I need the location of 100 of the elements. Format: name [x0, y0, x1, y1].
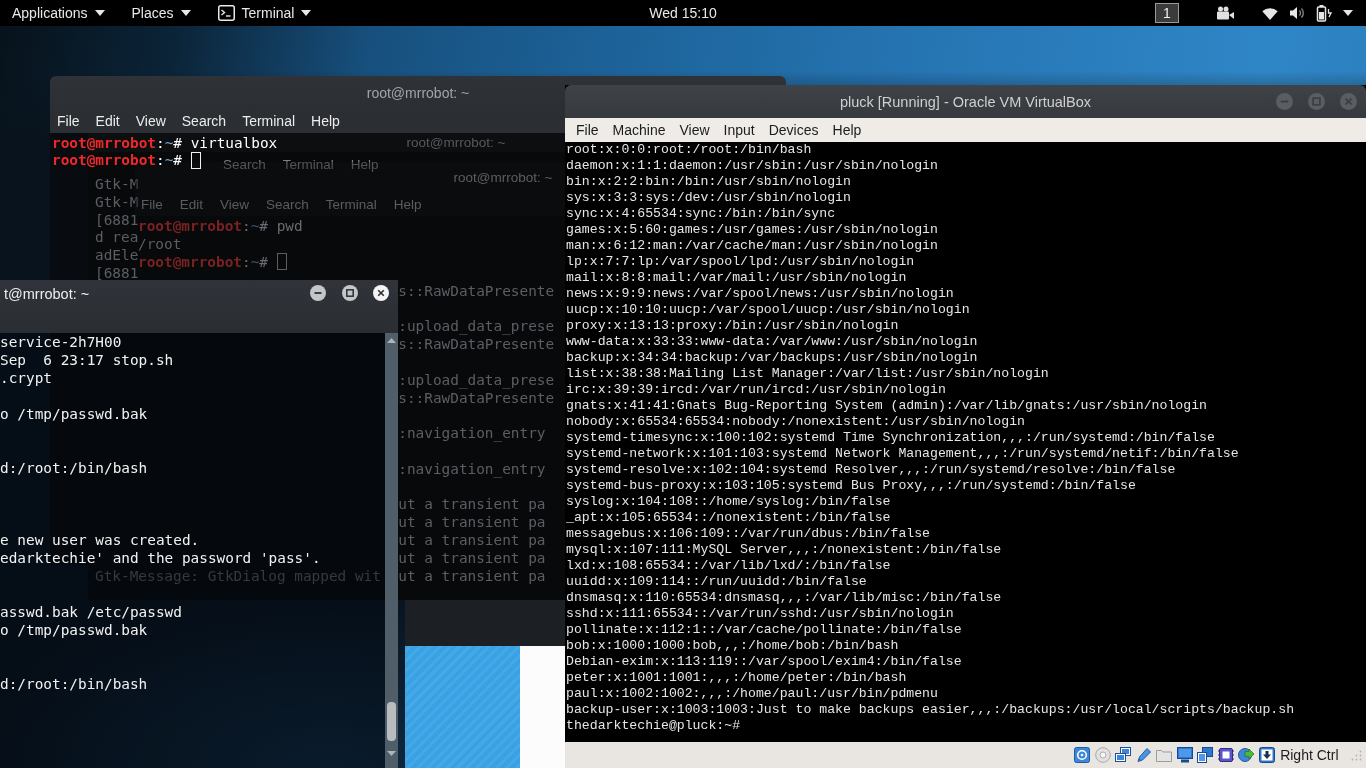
console-line: gnats:x:41:41:Gnats Bug-Reporting System (admin):/var/lib/gnats:/usr/sbin/nologin [566, 398, 1208, 414]
terminal-line: s::RawDataPresente [398, 282, 555, 301]
window-title: t@mrrobot: ~ [4, 285, 90, 303]
console-line: www-data:x:33:33:www-data:/var/www:/usr/sbin/nologin [566, 334, 978, 350]
terminal-line: .crypt [0, 369, 52, 387]
terminal-line: d:/root:/bin/bash [0, 459, 148, 477]
system-menu[interactable] [1262, 4, 1353, 22]
console-line: systemd-bus-proxy:x:103:105:systemd Bus Proxy,,,:/run/systemd:/bin/false [566, 478, 1136, 494]
console-line: sync:x:4:65534:sync:/bin:/bin/sync [566, 206, 836, 222]
console-line: _apt:x:105:65534::/nonexistent:/bin/false [566, 510, 891, 526]
maximize-icon [1308, 93, 1325, 110]
console-line: list:x:38:38:Mailing List Manager:/var/list:/usr/sbin/nologin [566, 366, 1049, 382]
menu-item[interactable]: View [135, 113, 166, 129]
console-line: games:x:5:60:games:/usr/games:/usr/sbin/nologin [566, 222, 938, 238]
terminal-line: ut a transient pa [398, 567, 546, 586]
maximize-button[interactable] [341, 285, 358, 301]
console-line: syslog:x:104:108::/home/syslog:/bin/false [566, 494, 891, 510]
menu-item[interactable]: Search [181, 113, 227, 129]
menu-item[interactable]: Devices [768, 122, 819, 138]
video-camera-icon[interactable] [1216, 6, 1234, 20]
caret-down-icon[interactable] [387, 751, 396, 756]
console-line: pollinate:x:112:1::/var/cache/pollinate:/bin/false [566, 622, 962, 638]
close-icon [1340, 93, 1357, 110]
console-line: uuidd:x:109:114::/run/uuidd:/bin/false [566, 574, 867, 590]
menu-item[interactable]: Input [723, 122, 755, 138]
console-line: Debian-exim:x:113:119::/var/spool/exim4:/bin/false [566, 654, 962, 670]
windows-icon[interactable] [1197, 747, 1214, 763]
terminal-line: s::RawDataPresente [398, 389, 555, 408]
console-line: peter:x:1001:1001:,,,:/home/peter:/bin/bash [566, 670, 907, 686]
console-line: bob:x:1000:1000:bob,,,:/home/bob:/bin/bash [566, 638, 899, 654]
terminal-line: Sep 6 23:17 stop.sh [0, 351, 174, 369]
menu-item[interactable]: File [576, 122, 599, 138]
chip-icon[interactable] [1217, 747, 1234, 763]
resize-grip-icon[interactable] [1351, 749, 1362, 761]
terminal-line: service-2h7H00 [0, 333, 122, 351]
menu-item[interactable]: Help [311, 113, 340, 129]
scrollbar[interactable] [385, 333, 398, 768]
console-line: dnsmasq:x:110:65534:dnsmasq,,,:/var/lib/misc:/bin/false [566, 590, 1002, 606]
console-line: backup-user:x:1003:1003:Just to make backups easier,,,:/backups:/usr/local/scripts/backup.sh [566, 702, 1295, 718]
console-line: proxy:x:13:13:proxy:/bin:/usr/sbin/nologin [566, 318, 899, 334]
console-line: daemon:x:1:1:daemon:/usr/sbin:/usr/sbin/nologin [566, 158, 938, 174]
terminal-line: Gtk-M [95, 193, 139, 212]
terminal-line: :navigation_entry [398, 425, 546, 443]
hard-disk-icon[interactable] [1074, 747, 1091, 763]
close-button[interactable] [373, 285, 389, 301]
terminal-line: root@mrrobot:~# virtualbox [52, 135, 278, 152]
panel-menu[interactable]: Places [123, 0, 199, 26]
caret-up-icon[interactable] [387, 338, 396, 343]
network-icon[interactable] [1115, 747, 1132, 763]
console-line: nobody:x:65534:65534:nobody:/nonexistent:/usr/sbin/nologin [566, 414, 1025, 430]
caret-icon [180, 10, 191, 16]
console-line: man:x:6:12:man:/var/cache/man:/usr/sbin/nologin [566, 238, 938, 254]
terminal-icon [217, 5, 235, 21]
console-line: systemd-network:x:101:103:systemd Network Management,,,:/run/systemd/netif:/bin/false [566, 446, 1239, 462]
console-line: mail:x:8:8:mail:/var/mail:/usr/sbin/nologin [566, 270, 907, 286]
console-line: lxd:x:108:65534::/var/lib/lxd/:/bin/false [566, 558, 891, 574]
clock[interactable]: Wed 15:10 [645, 0, 721, 26]
terminal-line: root@mrrobot:~# pwd [138, 218, 303, 234]
terminal-line: ut a transient pa [398, 496, 546, 515]
console-line: news:x:9:9:news:/var/spool/news:/usr/sbin/nologin [566, 286, 954, 302]
window-title: root@mrrobot: ~ [453, 169, 553, 185]
terminal-line: o /tmp/passwd.bak [0, 621, 148, 639]
terminal-line: :upload_data_prese [398, 318, 555, 337]
volume-icon [1289, 6, 1305, 20]
console-line: backup:x:34:34:backup:/var/backups:/usr/sbin/nologin [566, 350, 978, 366]
terminal-line: e new user was created. [0, 531, 200, 549]
console-line: systemd-resolve:x:102:104:systemd Resolver,,,:/run/systemd/resolve:/bin/false [566, 462, 1176, 478]
maximize-icon [341, 285, 358, 301]
console-line: sys:x:3:3:sys:/dev:/usr/sbin/nologin [566, 190, 851, 206]
terminal-line: s::RawDataPresente [398, 336, 555, 354]
caret-icon [1343, 10, 1353, 16]
terminal-line: ut a transient pa [398, 531, 546, 550]
down-arrow-icon[interactable] [1258, 747, 1275, 763]
pen-icon[interactable] [1135, 747, 1152, 763]
minimize-icon [310, 285, 326, 301]
console-line: thedarktechie@pluck:~# [566, 718, 741, 734]
menu-item[interactable]: View [679, 122, 710, 138]
caret-icon [301, 10, 312, 16]
terminal-line: o /tmp/passwd.bak [0, 405, 148, 423]
menu-item[interactable]: Machine [612, 122, 666, 138]
monitor-icon[interactable] [1176, 747, 1193, 763]
terminal-line: [6881 [95, 265, 139, 283]
panel-menu[interactable]: Terminal [209, 0, 320, 26]
terminal-line: edarktechie' and the password 'pass'. [0, 549, 321, 567]
menu-item[interactable]: Help [832, 122, 862, 138]
terminal-line: /root [138, 236, 182, 252]
console-line: irc:x:39:39:ircd:/var/run/ircd:/usr/sbin/nologin [566, 382, 946, 398]
menu-item[interactable]: Edit [95, 113, 120, 129]
menu-item[interactable]: Terminal [242, 113, 296, 129]
window-title: root@mrrobot: ~ [366, 84, 470, 101]
workspace-indicator[interactable]: 1 [1155, 3, 1179, 23]
terminal-line: :navigation_entry [398, 460, 546, 479]
window-title: pluck [Running] - Oracle VM VirtualBox [839, 93, 1092, 110]
panel-menu[interactable]: Applications [4, 0, 113, 26]
scrollbar-thumb[interactable] [387, 702, 396, 741]
terminal-line: :upload_data_prese [398, 371, 555, 390]
caret-icon [94, 10, 105, 16]
terminal-line: Gtk-M [95, 176, 139, 194]
minimize-button[interactable] [310, 285, 326, 301]
menu-item[interactable]: File [57, 113, 80, 129]
